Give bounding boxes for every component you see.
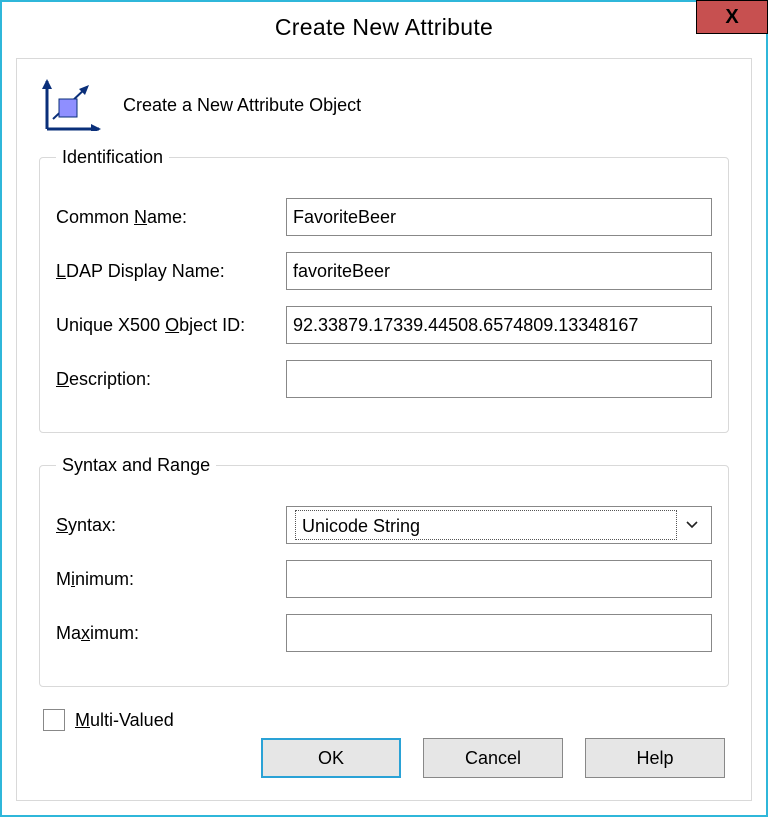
object-id-input[interactable]	[286, 306, 712, 344]
close-icon: X	[725, 6, 738, 29]
syntax-select[interactable]: Unicode String	[286, 506, 712, 544]
common-name-label: Common Name:	[56, 207, 286, 228]
syntax-label: Syntax:	[56, 515, 286, 536]
common-name-input[interactable]	[286, 198, 712, 236]
help-button[interactable]: Help	[585, 738, 725, 778]
identification-legend: Identification	[56, 147, 169, 168]
ok-button[interactable]: OK	[261, 738, 401, 778]
minimum-label: Minimum:	[56, 569, 286, 590]
multi-valued-checkbox[interactable]	[43, 709, 65, 731]
ldap-display-name-row: LDAP Display Name:	[56, 252, 712, 290]
close-button[interactable]: X	[696, 0, 768, 34]
cancel-button[interactable]: Cancel	[423, 738, 563, 778]
object-id-label: Unique X500 Object ID:	[56, 315, 286, 336]
window-title: Create New Attribute	[2, 2, 766, 52]
titlebar: Create New Attribute X	[2, 2, 766, 52]
syntax-row: Syntax: Unicode String	[56, 506, 712, 544]
ldap-display-name-label: LDAP Display Name:	[56, 261, 286, 282]
syntax-range-legend: Syntax and Range	[56, 455, 216, 476]
description-row: Description:	[56, 360, 712, 398]
syntax-select-value: Unicode String	[295, 510, 677, 540]
multi-valued-row: Multi-Valued	[43, 709, 729, 731]
description-label: Description:	[56, 369, 286, 390]
object-id-row: Unique X500 Object ID:	[56, 306, 712, 344]
identification-group: Identification Common Name: LDAP Display…	[39, 147, 729, 433]
dialog-header: Create a New Attribute Object	[39, 79, 729, 131]
maximum-row: Maximum:	[56, 614, 712, 652]
dialog-subtitle: Create a New Attribute Object	[123, 95, 361, 116]
dialog-button-row: OK Cancel Help	[261, 738, 725, 778]
dialog-content: Create a New Attribute Object Identifica…	[16, 58, 752, 801]
minimum-input[interactable]	[286, 560, 712, 598]
attribute-chart-icon	[39, 79, 101, 131]
minimum-row: Minimum:	[56, 560, 712, 598]
maximum-label: Maximum:	[56, 623, 286, 644]
dialog-window: Create New Attribute X Create a New Attr…	[0, 0, 768, 817]
maximum-input[interactable]	[286, 614, 712, 652]
multi-valued-label: Multi-Valued	[75, 710, 174, 731]
chevron-down-icon	[679, 508, 705, 542]
ldap-display-name-input[interactable]	[286, 252, 712, 290]
description-input[interactable]	[286, 360, 712, 398]
common-name-row: Common Name:	[56, 198, 712, 236]
syntax-range-group: Syntax and Range Syntax: Unicode String …	[39, 455, 729, 687]
